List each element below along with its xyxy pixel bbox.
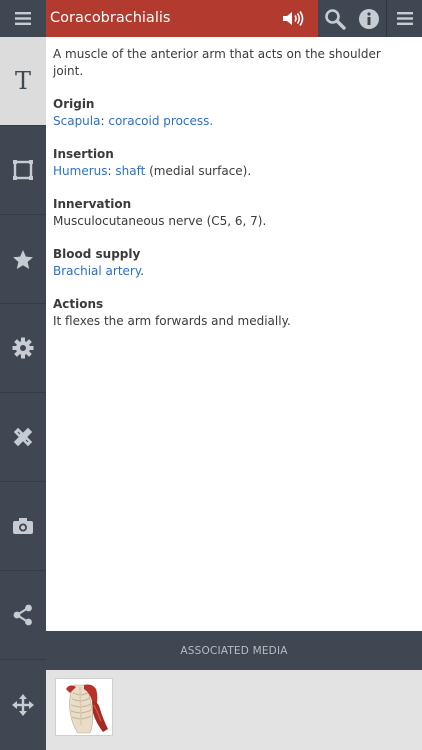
menu-icon: [396, 12, 413, 25]
blood-supply-period: .: [140, 264, 145, 278]
menu-button[interactable]: [0, 0, 46, 37]
info-icon: [359, 8, 379, 29]
blood-supply-section: Blood supply Brachial artery.: [53, 246, 412, 280]
scapula-link[interactable]: Scapula: [53, 114, 100, 128]
speaker-icon[interactable]: [282, 10, 304, 27]
sidebar-item-favorites[interactable]: [0, 215, 46, 304]
sidebar-item-settings[interactable]: [0, 304, 46, 393]
info-button[interactable]: [352, 0, 386, 37]
coracoid-process-link[interactable]: coracoid process: [108, 114, 209, 128]
sidebar-item-text[interactable]: T: [0, 37, 46, 126]
actions-text: It flexes the arm forwards and medially.: [53, 314, 291, 328]
associated-media-header[interactable]: ASSOCIATED MEDIA: [46, 631, 422, 670]
blood-supply-text: Brachial artery.: [53, 263, 412, 280]
options-menu-button[interactable]: [386, 0, 422, 37]
move-arrows-icon: [12, 694, 34, 716]
gear-icon: [12, 337, 34, 359]
origin-title: Origin: [53, 97, 95, 111]
blood-supply-title: Blood supply: [53, 247, 141, 261]
actions-section: Actions It flexes the arm forwards and m…: [53, 296, 412, 330]
text-icon: T: [14, 67, 31, 95]
associated-media-panel: [46, 670, 422, 750]
insertion-title: Insertion: [53, 147, 114, 161]
torso-muscle-thumbnail[interactable]: [55, 678, 113, 736]
ruler-pencil-icon: [13, 427, 33, 447]
frame-icon: [13, 160, 33, 180]
share-icon: [13, 604, 32, 626]
shaft-link[interactable]: shaft: [115, 164, 145, 178]
insertion-text: Humerus: shaft (medial surface).: [53, 163, 412, 180]
sidebar-item-frame[interactable]: [0, 126, 46, 215]
camera-icon: [13, 518, 33, 534]
title-bar: Coracobrachialis: [46, 0, 318, 37]
associated-media-label: ASSOCIATED MEDIA: [180, 644, 288, 657]
insertion-section: Insertion Humerus: shaft (medial surface…: [53, 146, 412, 180]
muscle-description: A muscle of the anterior arm that acts o…: [53, 47, 381, 78]
brachial-artery-link[interactable]: Brachial artery: [53, 264, 140, 278]
sidebar-item-camera[interactable]: [0, 482, 46, 571]
innervation-section: Innervation Musculocutaneous nerve (C5, …: [53, 196, 412, 230]
insertion-detail: (medial surface).: [145, 164, 252, 178]
origin-text: Scapula: coracoid process.: [53, 113, 412, 130]
actions-title: Actions: [53, 297, 104, 311]
anatomy-thumbnail-image: [66, 684, 108, 734]
menu-icon: [15, 12, 31, 25]
sidebar-item-move[interactable]: [0, 660, 46, 750]
sidebar-item-tools[interactable]: [0, 393, 46, 482]
sidebar: T: [0, 37, 46, 750]
star-icon: [13, 249, 33, 269]
search-icon: [325, 8, 346, 30]
top-bar: Coracobrachialis: [0, 0, 422, 37]
origin-section: Origin Scapula: coracoid process.: [53, 96, 412, 130]
innervation-title: Innervation: [53, 197, 132, 211]
humerus-link[interactable]: Humerus: [53, 164, 108, 178]
origin-period: .: [209, 114, 214, 128]
muscle-details: A muscle of the anterior arm that acts o…: [46, 37, 422, 631]
sidebar-item-share[interactable]: [0, 571, 46, 660]
innervation-text: Musculocutaneous nerve (C5, 6, 7).: [53, 214, 267, 228]
search-button[interactable]: [318, 0, 352, 37]
page-title: Coracobrachialis: [50, 10, 171, 26]
